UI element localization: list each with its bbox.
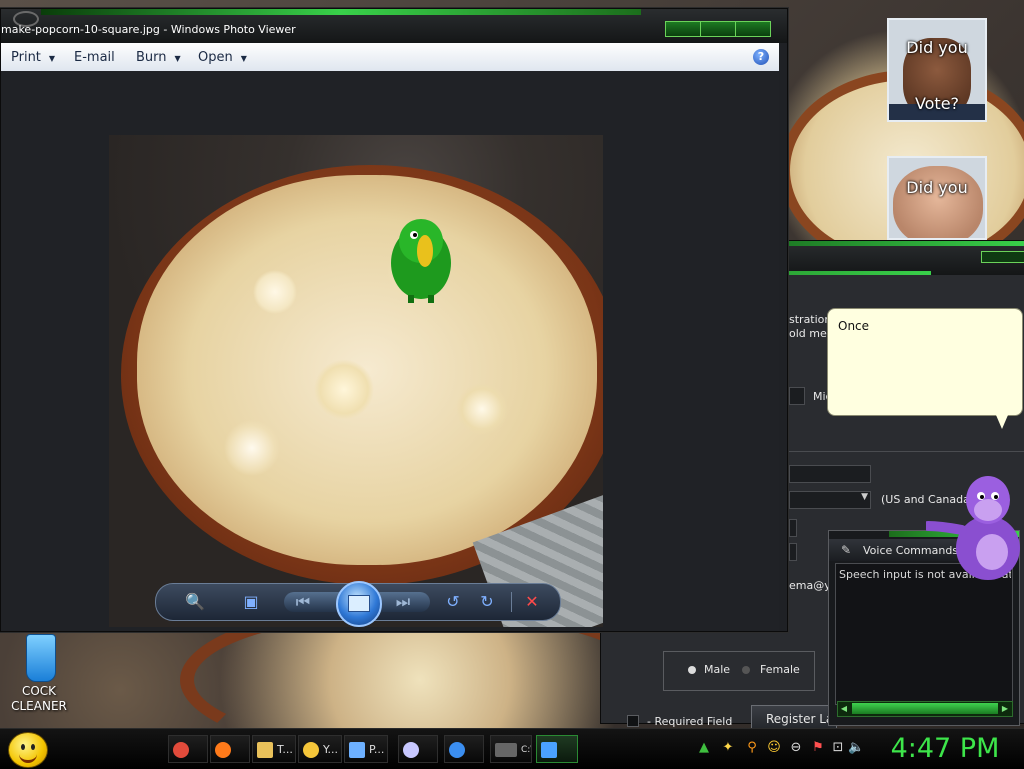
- globe-icon: [449, 742, 465, 758]
- name-field[interactable]: [789, 387, 805, 405]
- speech-bubble-tail: [996, 415, 1008, 429]
- popcorn-photo: [109, 135, 603, 627]
- previous-icon[interactable]: ⏮: [292, 592, 314, 612]
- slideshow-icon: [348, 595, 370, 612]
- burn-menu[interactable]: Burn ▼: [136, 50, 181, 65]
- rotate-counterclockwise-icon[interactable]: ↺: [442, 592, 464, 612]
- voice-list: [835, 563, 1013, 705]
- zip-field[interactable]: [789, 519, 797, 537]
- taskbar-paint[interactable]: [398, 735, 438, 763]
- speech-bubble: Once: [827, 308, 1023, 416]
- search-icon[interactable]: ⚲: [744, 740, 760, 756]
- email-field-text[interactable]: ema@y: [789, 579, 831, 592]
- desktop-icon-cock-cleaner[interactable]: COCK CLEANER: [4, 634, 74, 714]
- chevron-down-icon: ▼: [240, 54, 247, 63]
- male-radio[interactable]: [688, 666, 696, 674]
- speaker-icon[interactable]: 🔈: [848, 740, 864, 756]
- address-field[interactable]: [789, 465, 871, 483]
- registration-intro-line2: old me!: [789, 327, 832, 340]
- bird-icon[interactable]: ✦: [720, 740, 736, 756]
- female-radio[interactable]: [742, 666, 750, 674]
- thumb-text-top: Did you: [906, 38, 968, 57]
- thumb-text-bottom: Vote?: [914, 94, 960, 113]
- actual-size-icon[interactable]: ▣: [240, 592, 262, 612]
- pencil-icon: ✎: [841, 543, 852, 557]
- monitor-icon: [349, 742, 365, 758]
- scroll-right-icon[interactable]: ▶: [999, 702, 1011, 715]
- smiley-eye: [21, 744, 25, 750]
- chevron-down-icon: ▼: [861, 492, 868, 502]
- open-menu[interactable]: Open ▼: [198, 50, 247, 65]
- slideshow-button[interactable]: [336, 581, 382, 627]
- help-icon[interactable]: ?: [753, 49, 769, 65]
- menu-bar: Print ▼ E-mail Burn ▼ Open ▼ ?: [1, 43, 779, 72]
- photo-viewer-icon: [541, 742, 557, 758]
- chevron-down-icon: ▼: [48, 54, 56, 63]
- network-icon[interactable]: ⊡: [830, 740, 846, 756]
- paint-icon: [403, 742, 419, 758]
- folder-icon: [257, 742, 273, 758]
- start-button[interactable]: [8, 732, 48, 768]
- minimize-button[interactable]: [666, 22, 701, 36]
- maximize-button[interactable]: [701, 22, 736, 36]
- taskbar-explorer[interactable]: T...: [252, 735, 296, 763]
- taskbar-yahoo[interactable]: Y...: [298, 735, 342, 763]
- purple-gorilla-agent[interactable]: [926, 470, 1024, 582]
- taskbar-ie[interactable]: [444, 735, 484, 763]
- print-menu[interactable]: Print ▼: [11, 50, 55, 65]
- popcorn: [137, 175, 597, 565]
- desktop-icon-label: COCK CLEANER: [11, 684, 67, 713]
- photo-viewer-window: make-popcorn-10-square.jpg - Windows Pho…: [0, 8, 788, 632]
- taskbar-firefox[interactable]: [210, 735, 250, 763]
- scroll-thumb[interactable]: [852, 703, 998, 714]
- titlebar-accent: [41, 9, 641, 15]
- window-title: make-popcorn-10-square.jpg - Windows Pho…: [1, 23, 296, 36]
- female-label: Female: [760, 663, 800, 676]
- viewer-toolbar: 🔍 ▣ ⏮ ⏭ ↺ ↻ ✕: [155, 581, 561, 627]
- horizontal-scrollbar[interactable]: ◀ ▶: [837, 701, 1013, 717]
- smiley-eye: [31, 744, 35, 750]
- delete-icon[interactable]: ✕: [521, 592, 543, 612]
- taskbar-chrome[interactable]: [168, 735, 208, 763]
- scroll-left-icon[interactable]: ◀: [838, 702, 850, 715]
- email-menu[interactable]: E-mail: [74, 50, 115, 65]
- did-you-vote-thumbnail[interactable]: Did you Vote?: [887, 18, 987, 122]
- firefox-icon: [215, 742, 231, 758]
- taskbar: T... Y... P... C:\ ▲ ✦ ⚲ ☺ ⊖ ⚑ ⊡ 🔈 4:47 …: [0, 728, 1024, 769]
- male-label: Male: [704, 663, 731, 676]
- toolbar-divider: [511, 592, 512, 612]
- smiley-icon[interactable]: ☺: [766, 740, 782, 756]
- taskbar-photo-viewer[interactable]: [536, 735, 578, 763]
- next-icon[interactable]: ⏭: [392, 592, 414, 612]
- smiley-mouth: [19, 753, 37, 763]
- thumb-text-top: Did you: [906, 178, 968, 197]
- country-select[interactable]: ▼: [789, 491, 871, 509]
- rotate-clockwise-icon[interactable]: ↻: [476, 592, 498, 612]
- window-controls: [665, 21, 771, 37]
- system-tray: ▲ ✦ ⚲ ☺ ⊖ ⚑ ⊡ 🔈: [694, 737, 864, 761]
- photo-area: 🔍 ▣ ⏮ ⏭ ↺ ↻ ✕: [1, 71, 779, 631]
- yahoo-messenger-icon: [303, 742, 319, 758]
- phone-field[interactable]: [789, 543, 797, 561]
- required-field-label: - Required Field: [647, 715, 733, 728]
- chrome-icon: [173, 742, 189, 758]
- tree-icon[interactable]: ▲: [696, 740, 712, 756]
- bubble-text: Once: [838, 319, 870, 333]
- gender-group: Male Female: [663, 651, 815, 691]
- did-you-thumbnail[interactable]: Did you: [887, 156, 987, 240]
- window-controls[interactable]: [981, 251, 1024, 263]
- green-parrot-agent[interactable]: [386, 211, 456, 303]
- minus-circle-icon[interactable]: ⊖: [788, 740, 804, 756]
- flag-icon[interactable]: ⚑: [810, 740, 826, 756]
- clock[interactable]: 4:47 PM: [870, 730, 1020, 768]
- taskbar-cmd[interactable]: C:\: [490, 735, 532, 763]
- cmd-icon: [495, 742, 517, 757]
- close-button[interactable]: [736, 22, 770, 36]
- magnifier-icon[interactable]: 🔍: [184, 592, 206, 612]
- taskbar-presentation[interactable]: P...: [344, 735, 388, 763]
- cleaner-icon: [26, 634, 56, 682]
- chevron-down-icon: ▼: [174, 54, 181, 63]
- required-field-marker: [627, 715, 639, 727]
